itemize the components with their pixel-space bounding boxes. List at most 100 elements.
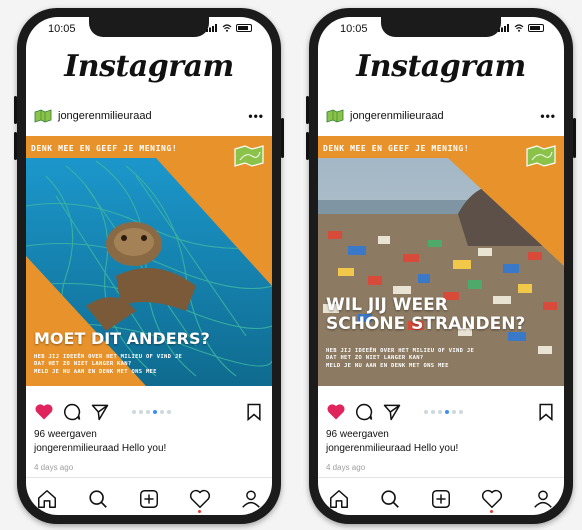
post-header: jongerenmilieuraad •••: [326, 107, 556, 125]
avatar[interactable]: [326, 109, 344, 123]
volume-up-button: [306, 96, 309, 124]
battery-icon: [236, 24, 252, 32]
post-subtext: HEB JIJ IDEEËN OVER HET MILIEU OF VIND J…: [326, 348, 474, 370]
home-icon[interactable]: [328, 488, 350, 510]
signal-icon: [206, 24, 217, 32]
carousel-indicator: [58, 410, 244, 414]
add-post-icon[interactable]: [430, 488, 452, 510]
carousel-dot: [437, 410, 442, 414]
tab-bar: [36, 487, 262, 513]
bookmark-icon[interactable]: [244, 402, 264, 422]
post-time: 4 days ago: [34, 463, 74, 472]
carousel-dot: [166, 410, 171, 414]
caption-user[interactable]: jongerenmilieuraad: [326, 443, 411, 454]
status-time: 10:05: [340, 23, 368, 35]
notification-dot: [198, 510, 201, 513]
tab-bar: [328, 487, 554, 513]
divider: [26, 477, 272, 478]
post-banner: DENK MEE EN GEEF JE MENING!: [31, 144, 178, 153]
like-heart-icon[interactable]: [34, 402, 54, 422]
wifi-icon: [514, 24, 524, 32]
turtle-photo: [26, 136, 272, 386]
post-actions: [34, 401, 264, 423]
carousel-indicator: [350, 410, 536, 414]
post-subtext: HEB JIJ IDEEËN OVER HET MILIEU OF VIND J…: [34, 354, 182, 376]
post-headline: MOET DIT ANDERS?: [34, 330, 210, 348]
post-image[interactable]: DENK MEE EN GEEF JE MENING! WIL JIJ WEER…: [318, 136, 564, 386]
post-banner: DENK MEE EN GEEF JE MENING!: [323, 144, 470, 153]
brand-flag-icon: [234, 145, 264, 167]
home-icon[interactable]: [36, 488, 58, 510]
screen: 10:05 Instagram jongerenmilieuraad ••• D…: [318, 17, 564, 515]
activity-tab[interactable]: [189, 488, 211, 513]
bookmark-icon[interactable]: [536, 402, 556, 422]
add-post-icon[interactable]: [138, 488, 160, 510]
caption-text: Hello you!: [121, 443, 167, 454]
post-image[interactable]: DENK MEE EN GEEF JE MENING! MOET DIT AND…: [26, 136, 272, 386]
post-subtext-line: HEB JIJ IDEEËN OVER HET MILIEU OF VIND J…: [34, 354, 183, 360]
post-headline-line: MOET DIT ANDERS?: [34, 329, 210, 348]
carousel-dot: [458, 410, 463, 414]
notch: [89, 17, 209, 37]
wifi-icon: [222, 24, 232, 32]
carousel-dot: [423, 410, 428, 414]
view-count[interactable]: 96 weergaven: [34, 429, 97, 440]
volume-down-button: [14, 132, 17, 160]
phone-right: 10:05 Instagram jongerenmilieuraad ••• D…: [306, 8, 576, 524]
post-subtext-line: MELD JE NU AAN EN DENK MET ONS MEE: [34, 368, 157, 375]
post-subtext-line: MELD JE NU AAN EN DENK MET ONS MEE: [326, 362, 449, 369]
profile-icon[interactable]: [240, 488, 262, 510]
more-options-icon[interactable]: •••: [248, 109, 264, 123]
battery-icon: [528, 24, 544, 32]
search-icon[interactable]: [379, 488, 401, 510]
post-headline-line: WIL JIJ WEER: [326, 295, 448, 315]
caption-text: Hello you!: [413, 443, 459, 454]
account-name[interactable]: jongerenmilieuraad: [350, 110, 540, 122]
account-name[interactable]: jongerenmilieuraad: [58, 110, 248, 122]
profile-icon[interactable]: [532, 488, 554, 510]
volume-up-button: [14, 96, 17, 124]
carousel-dot: [451, 410, 456, 414]
activity-heart-icon: [189, 489, 211, 508]
avatar[interactable]: [34, 109, 52, 123]
activity-tab[interactable]: [481, 488, 503, 513]
power-button: [281, 118, 284, 158]
status-icons: [498, 24, 544, 32]
notification-dot: [490, 510, 493, 513]
caption-user[interactable]: jongerenmilieuraad: [34, 443, 119, 454]
status-icons: [206, 24, 252, 32]
phone-left: 10:05 Instagram jongerenmilieuraad ••• D…: [14, 8, 284, 524]
app-title: Instagram: [356, 49, 526, 84]
divider: [318, 477, 564, 478]
power-button: [573, 118, 576, 158]
post-actions: [326, 401, 556, 423]
post-headline-line: SCHONE STRANDEN?: [326, 313, 526, 334]
view-count[interactable]: 96 weergaven: [326, 429, 389, 440]
more-options-icon[interactable]: •••: [540, 109, 556, 123]
post-subtext-line: DAT HET ZO NIET LANGER KAN?: [326, 355, 424, 362]
carousel-dot: [430, 410, 435, 414]
carousel-dot-active: [152, 410, 157, 414]
app-title: Instagram: [64, 49, 234, 84]
post-header: jongerenmilieuraad •••: [34, 107, 264, 125]
carousel-dot: [145, 410, 150, 414]
signal-icon: [498, 24, 509, 32]
carousel-dot: [138, 410, 143, 414]
screen: 10:05 Instagram jongerenmilieuraad ••• D…: [26, 17, 272, 515]
carousel-dot-active: [444, 410, 449, 414]
post-subtext-line: HEB JIJ IDEEËN OVER HET MILIEU OF VIND J…: [326, 348, 475, 354]
post-headline: WIL JIJ WEER SCHONE STRANDEN?: [326, 296, 525, 333]
volume-down-button: [306, 132, 309, 160]
status-time: 10:05: [48, 23, 76, 35]
brand-flag-icon: [526, 145, 556, 167]
caption: jongerenmilieuraad Hello you!: [326, 443, 458, 454]
search-icon[interactable]: [87, 488, 109, 510]
caption: jongerenmilieuraad Hello you!: [34, 443, 166, 454]
carousel-dot: [159, 410, 164, 414]
activity-heart-icon: [481, 489, 503, 508]
notch: [381, 17, 501, 37]
carousel-dot: [131, 410, 136, 414]
post-time: 4 days ago: [326, 463, 366, 472]
like-heart-icon[interactable]: [326, 402, 346, 422]
post-subtext-line: DAT HET ZO NIET LANGER KAN?: [34, 361, 132, 368]
